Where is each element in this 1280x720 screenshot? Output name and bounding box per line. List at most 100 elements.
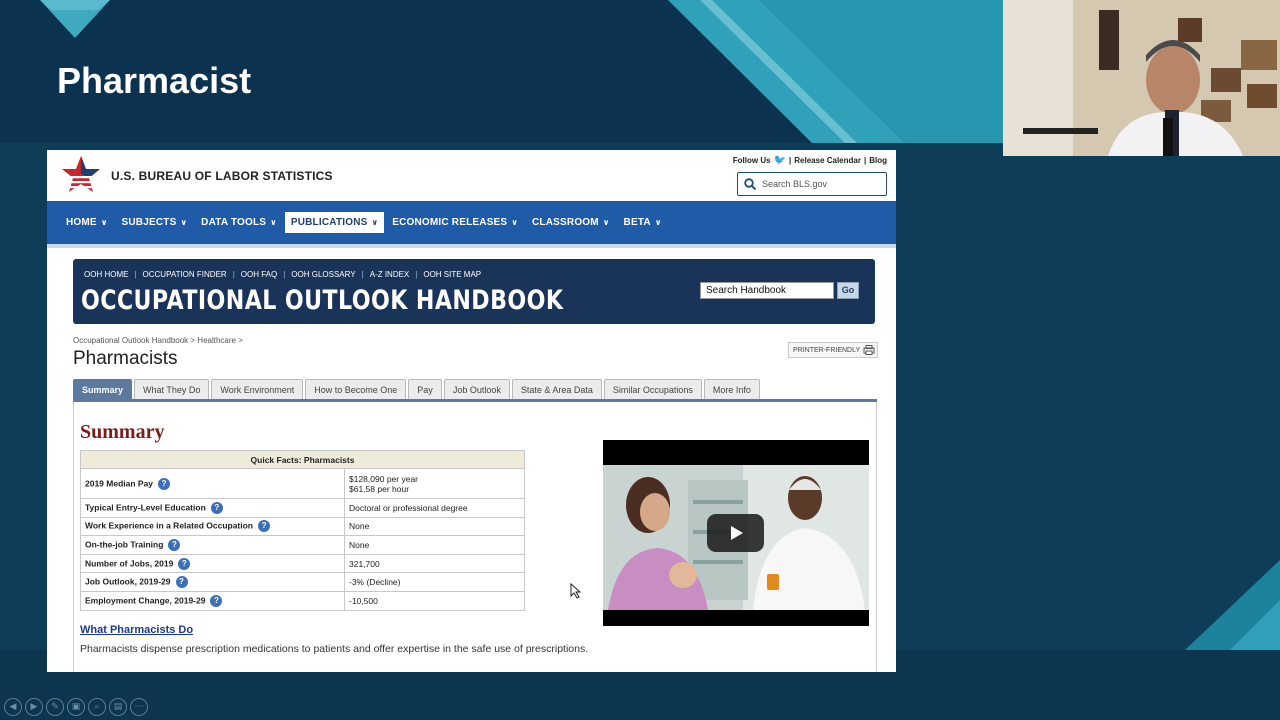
next-slide-button[interactable]: ▶ [25, 698, 43, 716]
chevron-down-icon: ∨ [270, 218, 277, 227]
separator: | [789, 156, 792, 165]
ooh-links: OOH HOME | OCCUPATION FINDER | OOH FAQ | OO… [84, 270, 482, 279]
row-value: None [344, 535, 525, 555]
occupation-tabs: Summary What They Do Work Environment Ho… [73, 379, 760, 399]
more-options-button[interactable]: ⋯ [130, 698, 148, 716]
chevron-down-icon: ∨ [371, 218, 379, 227]
main-navbar: HOME ∨ SUBJECTS ∨ DATA TOOLS ∨ PUBLICATIONS… [47, 201, 896, 244]
printer-icon [863, 345, 875, 355]
table-row: Job Outlook, 2019-29? -3% (Decline) [80, 572, 525, 592]
what-pharmacists-do-text: Pharmacists dispense prescription medica… [80, 643, 589, 655]
previous-slide-button[interactable]: ◀ [4, 698, 22, 716]
row-label: Employment Change, 2019-29 [85, 595, 206, 606]
chevron-down-icon: ∨ [511, 218, 519, 227]
ooh-glossary-link[interactable]: OOH GLOSSARY [291, 270, 355, 279]
tab-summary[interactable]: Summary [73, 379, 133, 399]
twitter-icon[interactable]: 🐦 [774, 155, 786, 166]
subtitles-button[interactable]: ▤ [109, 698, 127, 716]
separator: | [863, 156, 867, 165]
help-icon[interactable]: ? [158, 477, 171, 490]
table-row: Number of Jobs, 2019? 321,700 [80, 553, 525, 574]
nav-economic-releases[interactable]: ECONOMIC RELEASES ∨ [386, 212, 524, 233]
bls-search-input[interactable]: Search BLS.gov [737, 172, 887, 196]
table-row: Employment Change, 2019-29? -10,500 [80, 590, 525, 611]
table-row: 2019 Median Pay? $128,090 per year $61.58… [80, 468, 525, 499]
tab-work-environment[interactable]: Work Environment [211, 379, 304, 399]
release-calendar-link[interactable]: Release Calendar [794, 156, 861, 165]
ooh-home-link[interactable]: OOH HOME [84, 270, 128, 279]
presentation-slide: Pharmacist U.S. BUREAU OF LABOR STATISTI… [0, 0, 1280, 720]
play-button[interactable] [707, 514, 764, 552]
slides-view-button[interactable]: ▣ [67, 698, 85, 716]
breadcrumb[interactable]: Occupational Outlook Handbook > Healthca… [73, 336, 243, 345]
presenter-video-frame [1003, 0, 1280, 156]
bls-org-name: U.S. BUREAU OF LABOR STATISTICS [111, 169, 333, 183]
nav-data-tools[interactable]: DATA TOOLS ∨ [195, 212, 283, 233]
help-icon[interactable]: ? [210, 594, 223, 607]
printer-friendly-button[interactable]: PRINTER-FRIENDLY [788, 342, 878, 358]
help-icon[interactable]: ? [178, 557, 191, 570]
handbook-search-input[interactable]: Search Handbook [700, 282, 834, 299]
ooh-faq-link[interactable]: OOH FAQ [241, 270, 277, 279]
help-icon[interactable]: ? [168, 538, 181, 551]
quick-facts-table: Quick Facts: Pharmacists 2019 Median Pay… [80, 450, 525, 611]
chevron-down-icon: ∨ [180, 218, 188, 227]
bls-webpage: U.S. BUREAU OF LABOR STATISTICS Follow U… [47, 150, 896, 672]
occupation-finder-link[interactable]: OCCUPATION FINDER [143, 270, 227, 279]
a-z-index-link[interactable]: A-Z INDEX [370, 270, 410, 279]
nav-publications[interactable]: PUBLICATIONS ∨ [284, 212, 385, 233]
nav-classroom[interactable]: CLASSROOM ∨ [526, 212, 616, 233]
search-icon [744, 178, 756, 190]
slide-title: Pharmacist [57, 60, 252, 101]
bls-top-links: Follow Us 🐦 | Release Calendar | Blog [733, 155, 887, 166]
row-label: Number of Jobs, 2019 [85, 557, 174, 568]
help-icon[interactable]: ? [175, 576, 188, 589]
row-value: $128,090 per year [349, 473, 418, 484]
summary-heading: Summary [80, 421, 165, 443]
tab-how-to-become-one[interactable]: How to Become One [305, 379, 407, 399]
tab-job-outlook[interactable]: Job Outlook [443, 379, 510, 399]
row-value: -10,500 [344, 590, 525, 611]
presenter-webcam [1003, 0, 1280, 156]
tab-similar-occupations[interactable]: Similar Occupations [603, 379, 702, 399]
chevron-down-icon: ∨ [602, 218, 610, 227]
row-label: Typical Entry-Level Education [85, 502, 206, 513]
search-placeholder: Search BLS.gov [762, 179, 828, 189]
tab-what-they-do[interactable]: What They Do [134, 379, 210, 399]
ooh-title[interactable]: OCCUPATIONAL OUTLOOK HANDBOOK [81, 285, 563, 316]
blog-link[interactable]: Blog [869, 156, 887, 165]
table-row: Work Experience in a Related Occupation?… [80, 516, 525, 537]
ooh-site-map-link[interactable]: OOH SITE MAP [423, 270, 481, 279]
row-label: Job Outlook, 2019-29 [85, 576, 171, 587]
chevron-down-icon: ∨ [100, 218, 108, 227]
tab-state-area-data[interactable]: State & Area Data [511, 379, 602, 399]
bls-logo[interactable] [61, 154, 101, 196]
tab-pay[interactable]: Pay [408, 379, 442, 399]
follow-us-link[interactable]: Follow Us [733, 156, 771, 165]
table-row: Typical Entry-Level Education? Doctoral … [80, 498, 525, 518]
slideshow-controls: ◀ ▶ ✎ ▣ ⌕ ▤ ⋯ [4, 698, 148, 716]
row-value: Doctoral or professional degree [344, 498, 525, 518]
help-icon[interactable]: ? [210, 501, 223, 514]
zoom-button[interactable]: ⌕ [88, 698, 106, 716]
nav-home[interactable]: HOME ∨ [60, 212, 114, 233]
page-title: Pharmacists [73, 348, 178, 369]
tab-more-info[interactable]: More Info [703, 379, 760, 399]
ooh-banner: OOH HOME | OCCUPATION FINDER | OOH FAQ | OO… [73, 259, 875, 324]
handbook-go-button[interactable]: Go [837, 282, 859, 299]
row-label: Work Experience in a Related Occupation [85, 520, 254, 531]
bls-header: U.S. BUREAU OF LABOR STATISTICS Follow U… [47, 150, 896, 201]
pen-tool-button[interactable]: ✎ [46, 698, 64, 716]
quick-facts-title: Quick Facts: Pharmacists [80, 450, 525, 469]
play-icon [730, 526, 743, 540]
row-value: 321,700 [344, 553, 525, 574]
printer-friendly-label: PRINTER-FRIENDLY [793, 346, 861, 354]
help-icon[interactable]: ? [258, 520, 271, 533]
nav-beta[interactable]: BETA ∨ [618, 212, 668, 233]
video-player[interactable] [603, 440, 869, 626]
nav-subjects[interactable]: SUBJECTS ∨ [116, 212, 194, 233]
chevron-down-icon: ∨ [654, 218, 662, 227]
navbar-underline [47, 244, 896, 248]
what-pharmacists-do-link[interactable]: What Pharmacists Do [80, 624, 193, 636]
row-label: On-the-job Training [85, 539, 164, 550]
